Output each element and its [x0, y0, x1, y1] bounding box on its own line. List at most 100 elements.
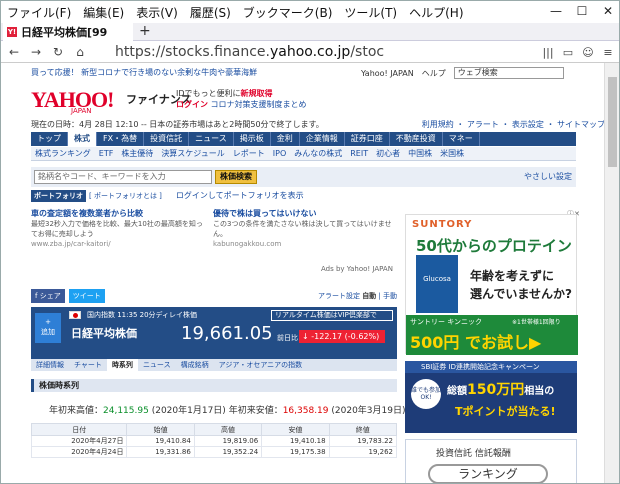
menu-view[interactable]: 表示(V) — [136, 4, 178, 21]
gnav-realestate[interactable]: 不動産投資 — [390, 132, 443, 146]
manual-refresh-toggle[interactable]: 手動 — [383, 292, 397, 300]
menu-history[interactable]: 履歴(S) — [190, 4, 231, 21]
rad1-note: ※1世帯様1回限り — [512, 319, 561, 326]
quote-price: 19,661.05 — [181, 323, 273, 344]
gnav-money[interactable]: マネー — [443, 132, 480, 146]
snav-minkabu[interactable]: みんなの株式 — [290, 147, 346, 160]
maximize-button[interactable]: ☐ — [569, 1, 595, 21]
menu-bookmarks[interactable]: ブックマーク(B) — [243, 4, 333, 21]
menu-edit[interactable]: 編集(E) — [83, 4, 124, 21]
twitter-tweet-button[interactable]: ツイート — [68, 289, 105, 303]
history-table: 日付 始値 高値 安値 終値 2020年4月27日 19,410.84 19,8… — [30, 423, 398, 458]
sub-nav: 株式ランキング ETF 株主優待 決算スケジュール レポート IPO みんなの株… — [31, 147, 576, 161]
snav-etf[interactable]: ETF — [95, 147, 118, 160]
snav-beginner[interactable]: 初心者 — [372, 147, 404, 160]
menu-help[interactable]: ヘルプ(H) — [409, 4, 463, 21]
new-tab-button[interactable]: + — [139, 23, 151, 39]
url-bar[interactable]: https://stocks.finance. yahoo.co.jp/stoc — [115, 42, 485, 62]
quote-panel: + 追加 国内指数 11:35 20分ディレイ株価 日経平均株価 リアルタイム株価… — [31, 307, 397, 359]
logo-sub: JAPAN — [71, 107, 92, 115]
back-icon[interactable]: ← — [5, 43, 23, 61]
tab-chart[interactable]: チャート — [69, 359, 107, 371]
add-portfolio-button[interactable]: + 追加 — [35, 313, 61, 343]
portfolio-login-link[interactable]: ログインしてポートフォリオを表示 — [176, 190, 304, 201]
covid-link[interactable]: コロナ対策支援制度まとめ — [211, 100, 307, 109]
hamburger-menu-icon[interactable]: ≡ — [599, 43, 617, 61]
suntory-banner-ad[interactable]: SUNTORY 50代からのプロテイン Glucosa 年齢を考えずに 選んでいま… — [405, 214, 578, 355]
tab-news[interactable]: ニュース — [138, 359, 176, 371]
browser-window: ファイル(F) 編集(E) 表示(V) 履歴(S) ブックマーク(B) ツール(… — [0, 0, 620, 484]
library-icon[interactable]: ||| — [539, 43, 557, 61]
alert-setting-link[interactable]: アラート設定 — [318, 292, 360, 300]
menu-tools[interactable]: ツール(T) — [344, 4, 397, 21]
rad2-line2: Tポイントが当たる! — [455, 405, 556, 418]
minimize-button[interactable]: — — [543, 1, 569, 21]
rad1-cta[interactable]: サントリー キンニック ※1世帯様1回限り 500円 でお試し▶ — [406, 315, 578, 355]
snav-yutai[interactable]: 株主優待 — [117, 147, 157, 160]
gnav-company[interactable]: 企業情報 — [300, 132, 345, 146]
help-link[interactable]: ヘルプ — [422, 68, 446, 79]
yahoo-japan-link[interactable]: Yahoo! JAPAN — [361, 69, 414, 78]
col-high: 高値 — [193, 423, 263, 436]
facebook-share-button[interactable]: f シェア — [31, 289, 65, 303]
close-button[interactable]: ✕ — [595, 1, 619, 21]
ad1-title[interactable]: 車の査定額を複数業者から比較 — [31, 209, 206, 219]
auto-refresh-toggle[interactable]: 自動 — [362, 292, 376, 300]
gnav-rates[interactable]: 金利 — [271, 132, 300, 146]
year-high-label: 年初来高値： — [49, 406, 104, 416]
snav-schedule[interactable]: 決算スケジュール — [157, 147, 228, 160]
snav-reit[interactable]: REIT — [346, 147, 372, 160]
gnav-fx[interactable]: FX・為替 — [97, 132, 145, 146]
portfolio-label: ポートフォリオ — [31, 189, 86, 202]
scrollbar-thumb[interactable] — [608, 77, 617, 167]
rad2-line1a: 総額 — [447, 386, 467, 397]
text-ad-2[interactable]: 優待で株は買ってはいけない この3つの条件を満たさない株は決して買ってはいけませ… — [213, 209, 393, 249]
gnav-news[interactable]: ニュース — [189, 132, 234, 146]
cell: 19,331.86 — [126, 446, 195, 458]
table-header-row: 日付 始値 高値 安値 終値 — [30, 423, 398, 436]
text-ad-1[interactable]: 車の査定額を複数業者から比較 最短32秒入力で価格を比較、最大10社の最高額を知… — [31, 209, 206, 249]
easy-setting-link[interactable]: やさしい設定 — [524, 171, 572, 182]
tab-asia-index[interactable]: アジア・オセアニアの指数 — [214, 359, 308, 371]
ad2-title[interactable]: 優待で株は買ってはいけない — [213, 209, 393, 219]
reload-icon[interactable]: ↻ — [49, 43, 67, 61]
stock-search-button[interactable]: 株価検索 — [215, 170, 257, 184]
url-prefix: https://stocks.finance. — [115, 44, 270, 60]
snav-china[interactable]: 中国株 — [404, 147, 436, 160]
snav-ipo[interactable]: IPO — [269, 147, 290, 160]
menu-file[interactable]: ファイル(F) — [7, 4, 71, 21]
year-high-date: (2020年1月17日) — [151, 406, 226, 416]
utility-links[interactable]: 利用規約 ・ アラート ・ 表示設定 ・ サイトマップ — [422, 119, 605, 130]
snav-ranking[interactable]: 株式ランキング — [31, 147, 95, 160]
tab-timeseries[interactable]: 時系列 — [106, 359, 138, 371]
tab-detail[interactable]: 詳細情報 — [31, 359, 69, 371]
gnav-funds[interactable]: 投資信託 — [144, 132, 190, 146]
gnav-stocks[interactable]: 株式 — [68, 132, 97, 146]
web-search-input[interactable]: ウェブ検索 — [453, 67, 564, 79]
ad2-body: この3つの条件を満たさない株は決して買ってはいけません。 — [213, 220, 392, 238]
snav-report[interactable]: レポート — [229, 147, 269, 160]
home-icon[interactable]: ⌂ — [71, 43, 89, 61]
fund-ranking-banner[interactable]: 投資信託 信託報酬 ランキング — [405, 439, 577, 483]
page-scrollbar[interactable] — [604, 63, 619, 483]
toolbar-right: ||| ▭ ☺ ≡ — [537, 43, 617, 61]
login-link[interactable]: ログイン — [176, 100, 208, 109]
gnav-top[interactable]: トップ — [31, 132, 68, 146]
rad1-brand: SUNTORY — [412, 219, 473, 230]
stock-search-input[interactable]: 銘柄名やコード、キーワードを入力 — [34, 170, 212, 184]
global-nav: トップ 株式 FX・為替 投資信託 ニュース 掲示板 金利 企業情報 証券口座 … — [31, 132, 576, 146]
nav-bar: ← → ↻ ⌂ https://stocks.finance. yahoo.co.… — [1, 41, 619, 63]
gnav-broker[interactable]: 証券口座 — [345, 132, 390, 146]
sbi-banner-ad[interactable]: SBI証券 ID連携開始記念キャンペーン 誰でも参加OK! 総額150万円相当の… — [405, 361, 577, 433]
top-notice-link[interactable]: 買って応援！ 新型コロナで行き場のない余剰な牛肉や豪華海鮮 — [31, 67, 257, 78]
snav-us[interactable]: 米国株 — [436, 147, 468, 160]
gnav-board[interactable]: 掲示板 — [234, 132, 271, 146]
portfolio-about-link[interactable]: [ ポートフォリオとは ] — [89, 191, 162, 201]
forward-icon[interactable]: → — [27, 43, 45, 61]
account-icon[interactable]: ☺ — [579, 43, 597, 61]
vip-realtime-link[interactable]: リアルタイム株価はVIP倶楽部で — [271, 310, 393, 321]
signup-link[interactable]: 新規取得 — [241, 89, 273, 98]
tab-active[interactable]: Y! 日経平均株価[99 — [3, 23, 133, 41]
sidebar-icon[interactable]: ▭ — [559, 43, 577, 61]
tab-components[interactable]: 構成銘柄 — [176, 359, 214, 371]
